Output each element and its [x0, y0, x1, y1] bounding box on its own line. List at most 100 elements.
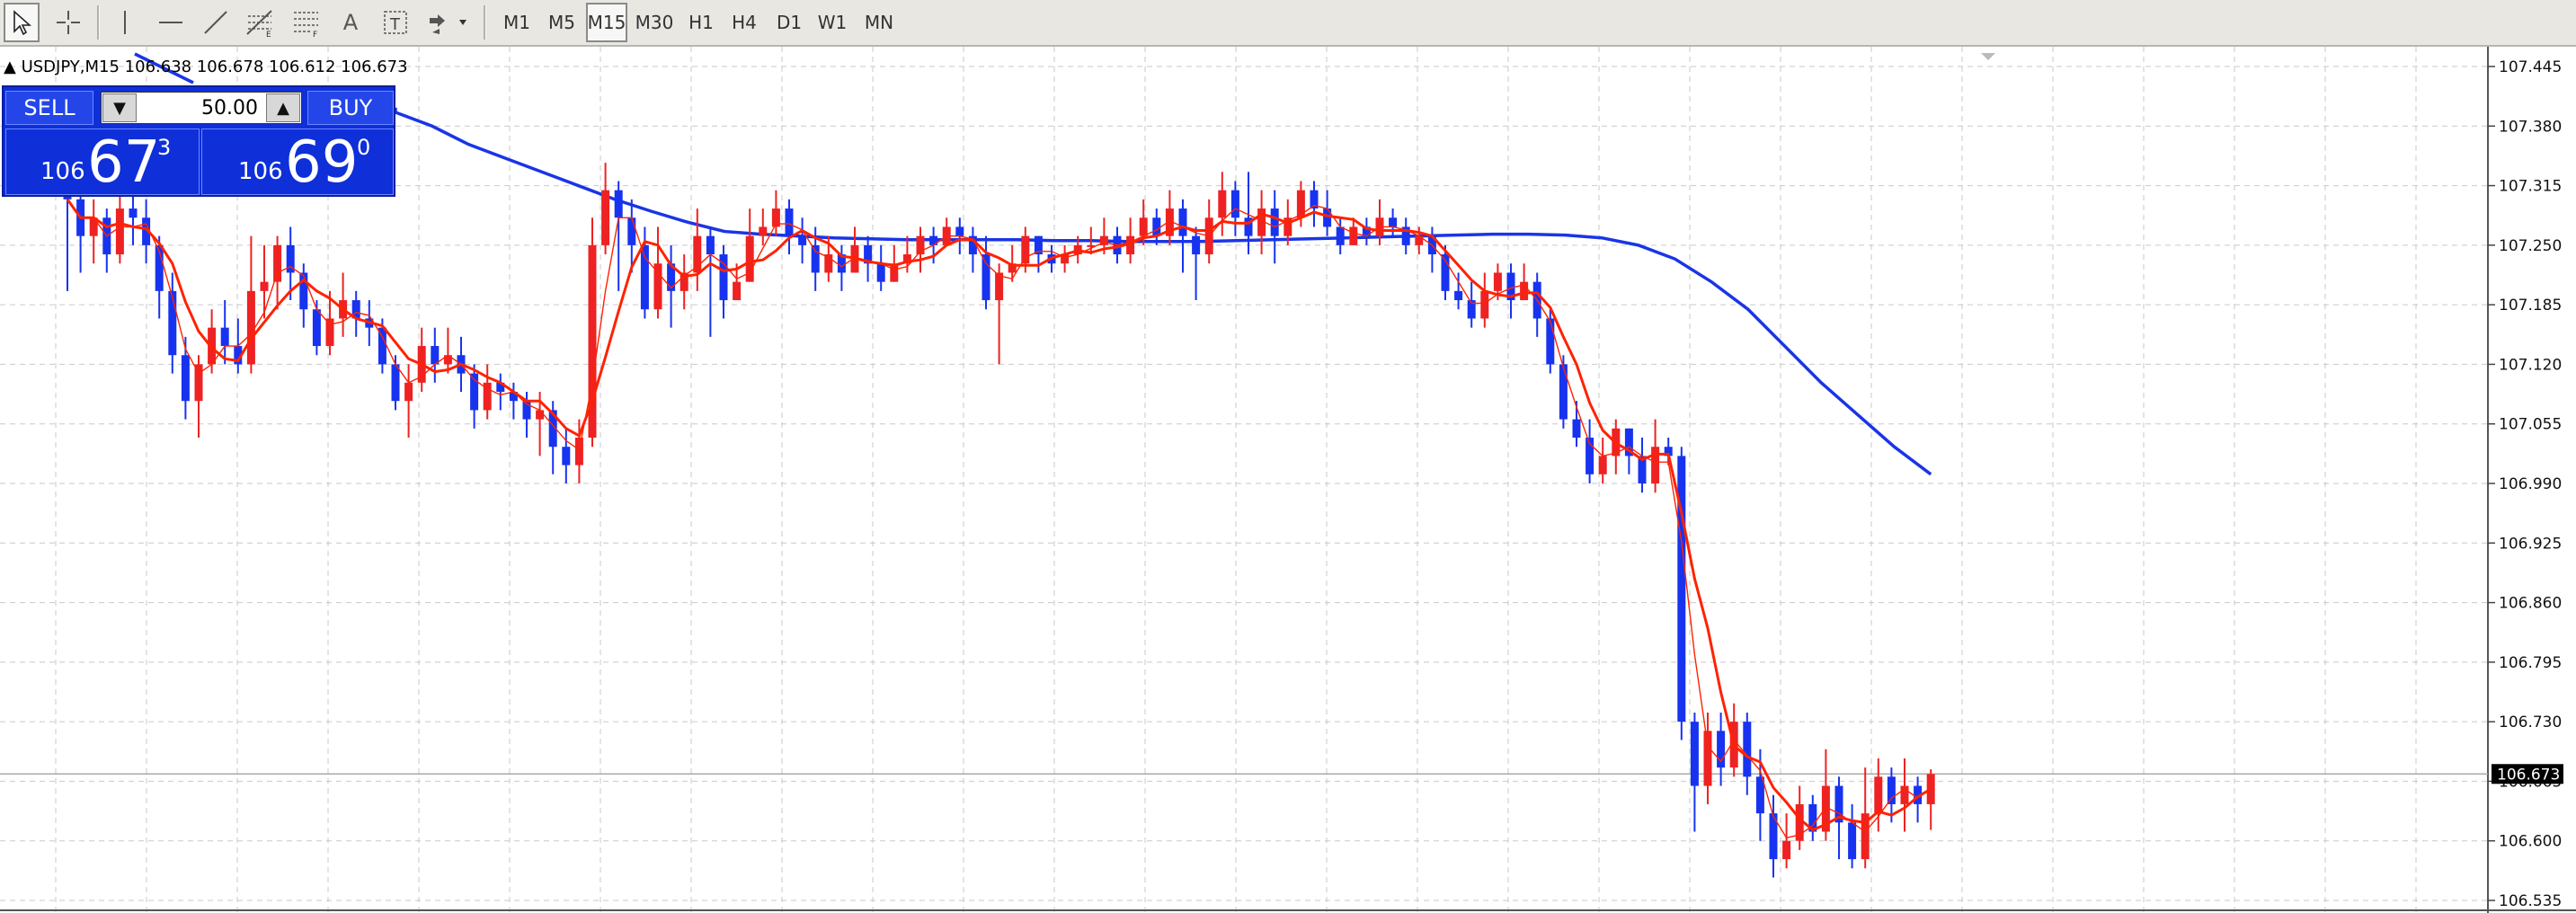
candle — [745, 208, 754, 282]
candle — [404, 364, 413, 439]
text-label-icon[interactable]: T — [378, 3, 413, 42]
candle-body — [562, 447, 571, 465]
price-tick-label: 106.925 — [2499, 535, 2562, 553]
candle — [1192, 226, 1201, 301]
fibonacci-fan-icon[interactable]: F — [288, 3, 325, 42]
buy-price[interactable]: 106 69 0 — [201, 129, 394, 196]
candle-body — [1336, 226, 1345, 245]
candle — [876, 244, 885, 291]
timeframe-m15[interactable]: M15 — [586, 3, 627, 42]
candle-body — [1493, 272, 1502, 291]
candle — [443, 327, 452, 374]
candle — [968, 226, 977, 273]
candle — [1165, 190, 1174, 245]
candle-body — [1218, 190, 1227, 218]
candle — [1218, 172, 1227, 236]
candle-body — [627, 217, 636, 245]
candle — [1848, 803, 1857, 869]
candle-body — [404, 382, 413, 402]
crosshair-icon[interactable] — [50, 3, 86, 42]
candle-body — [745, 235, 754, 282]
candle — [1506, 263, 1515, 319]
candle — [1690, 712, 1699, 832]
candle-body — [115, 208, 124, 255]
candle-body — [536, 410, 545, 420]
candle — [1389, 208, 1398, 236]
trendline-icon[interactable] — [198, 3, 234, 42]
price-tick-label: 107.315 — [2499, 178, 2562, 196]
candle-body — [640, 244, 649, 310]
sell-price[interactable]: 106 67 3 — [5, 129, 200, 196]
svg-text:T: T — [389, 15, 401, 34]
sell-button[interactable]: SELL — [5, 91, 93, 125]
candle — [1034, 235, 1043, 273]
sell-price-prefix: 106 — [40, 158, 85, 185]
candle-body — [325, 318, 334, 347]
volume-field[interactable]: ▼ 50.00 ▲ — [101, 92, 302, 124]
chart-area[interactable]: 107.445 107.380 107.315 107.250 107.185 107.1… — [0, 47, 2576, 913]
candle-body — [1598, 456, 1607, 474]
candle-body — [1690, 722, 1699, 786]
candle-body — [273, 244, 282, 282]
candle — [1821, 749, 1830, 841]
candle-body — [614, 190, 623, 218]
price-tick-label: 106.860 — [2499, 595, 2562, 613]
cursor-icon[interactable] — [4, 3, 40, 42]
candle-body — [1139, 217, 1148, 236]
volume-increase-button[interactable]: ▲ — [266, 93, 300, 122]
buy-price-prefix: 106 — [238, 158, 283, 185]
price-tick-label: 106.990 — [2499, 475, 2562, 493]
candle — [706, 226, 715, 337]
volume-value[interactable]: 50.00 — [138, 93, 265, 123]
candle-body — [811, 244, 820, 273]
candle — [1310, 181, 1319, 227]
horizontal-line-icon[interactable] — [153, 3, 189, 42]
buy-button[interactable]: BUY — [307, 91, 394, 125]
collapse-triangle-icon[interactable]: ▲ — [4, 58, 16, 76]
volume-decrease-button[interactable]: ▼ — [102, 93, 137, 122]
candle — [1900, 758, 1909, 832]
candle — [431, 327, 440, 383]
candle-body — [1296, 190, 1305, 218]
symbol-info: ▲ USDJPY,M15 106.638 106.678 106.612 106… — [4, 58, 408, 76]
candle-body — [391, 364, 400, 402]
timeframe-d1[interactable]: D1 — [769, 3, 809, 42]
candle — [1401, 217, 1410, 255]
price-tick-label: 107.445 — [2499, 58, 2562, 76]
candle-body — [194, 364, 203, 402]
timeframe-w1[interactable]: W1 — [813, 3, 852, 42]
timeframe-mn[interactable]: MN — [857, 3, 901, 42]
buy-price-big: 69 — [285, 129, 359, 196]
candle — [1677, 447, 1686, 740]
candle — [1427, 226, 1436, 273]
candle — [89, 199, 98, 264]
text-icon[interactable]: A — [333, 3, 369, 42]
timeframe-m30[interactable]: M30 — [631, 3, 678, 42]
timeframe-h1[interactable]: H1 — [681, 3, 721, 42]
candle-body — [876, 263, 885, 282]
candle-body — [1178, 208, 1187, 236]
vertical-line-icon[interactable] — [108, 3, 142, 42]
fibonacci-icon[interactable]: E — [241, 3, 279, 42]
candle — [76, 190, 85, 273]
candle — [129, 190, 138, 245]
sell-price-fraction: 3 — [157, 135, 172, 160]
candle-body — [246, 290, 255, 365]
timeframe-h4[interactable]: H4 — [724, 3, 764, 42]
candle — [864, 235, 873, 282]
candle-body — [1887, 776, 1896, 804]
candle-body — [1874, 776, 1883, 814]
candle-body — [1349, 226, 1358, 245]
candle — [483, 364, 492, 420]
price-tick-label: 107.185 — [2499, 297, 2562, 315]
arrows-icon[interactable] — [422, 3, 473, 42]
candle-body — [1480, 290, 1489, 319]
price-tick-label: 106.600 — [2499, 833, 2562, 851]
timeframe-m1[interactable]: M1 — [496, 3, 537, 42]
candle-body — [220, 327, 229, 347]
candle — [1178, 199, 1187, 273]
candle-body — [1230, 190, 1239, 218]
timeframe-m5[interactable]: M5 — [541, 3, 582, 42]
candle — [1717, 712, 1726, 786]
candle-body — [1572, 419, 1581, 439]
